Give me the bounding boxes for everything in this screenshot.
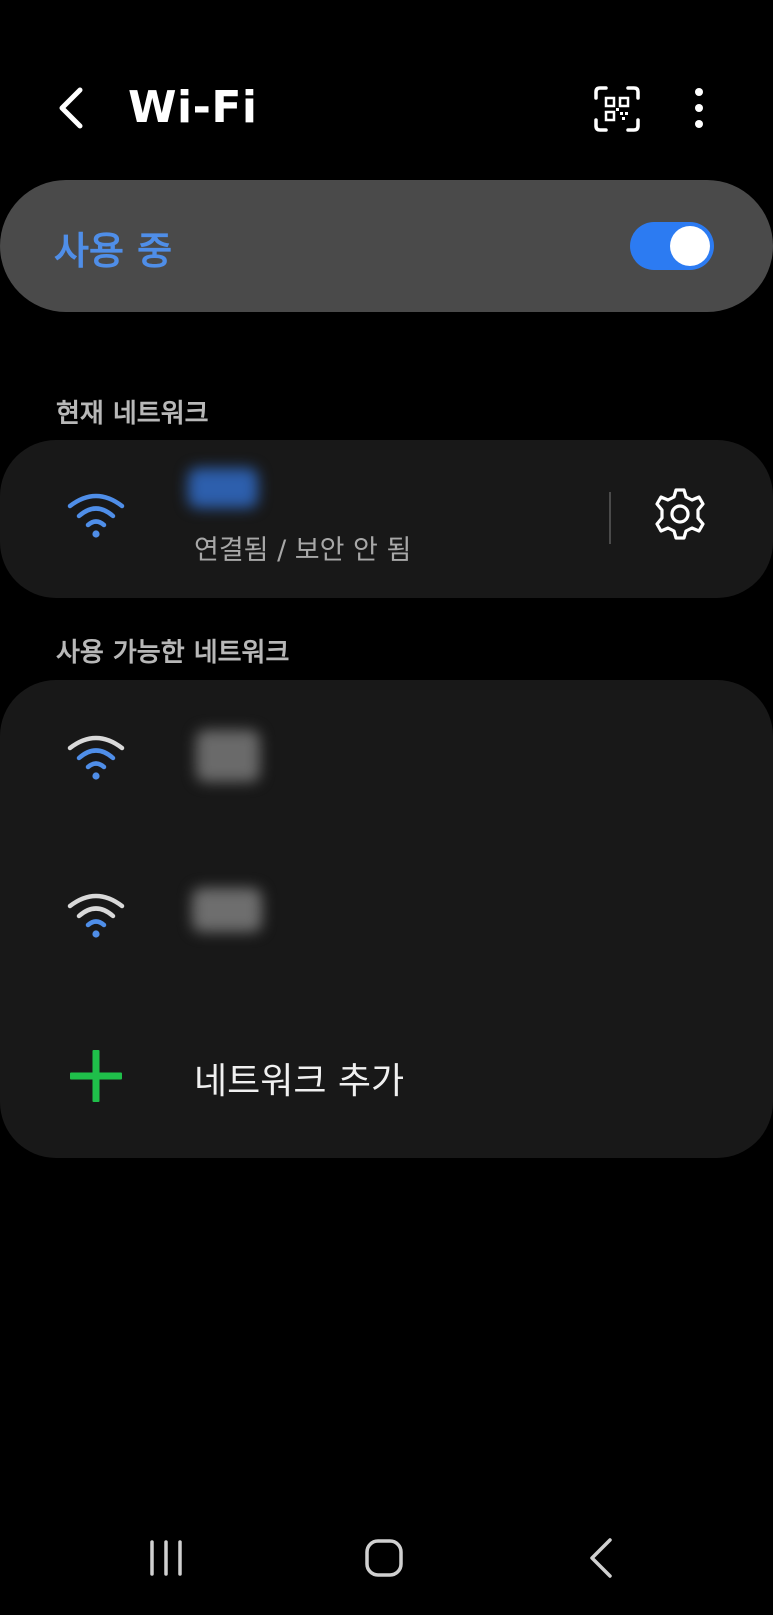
current-network-header: 현재 네트워크 xyxy=(56,399,209,429)
app-bar: Wi-Fi xyxy=(0,70,773,146)
network-name-redacted xyxy=(196,730,260,782)
more-vertical-icon xyxy=(695,88,703,128)
switch-knob xyxy=(670,226,710,266)
current-network-status: 연결됨 / 보안 안 됨 xyxy=(194,535,412,566)
vertical-divider xyxy=(609,492,611,544)
back-arrow-icon xyxy=(59,87,83,129)
recent-apps-icon xyxy=(150,1540,182,1576)
network-name-redacted xyxy=(192,888,262,932)
recent-apps-button[interactable] xyxy=(144,1534,188,1584)
wifi-toggle-label: 사용 중 xyxy=(54,229,173,273)
current-network-card[interactable]: 연결됨 / 보안 안 됨 xyxy=(0,440,773,598)
wifi-full-icon xyxy=(67,493,125,538)
home-button[interactable] xyxy=(360,1534,410,1584)
current-network-name-redacted xyxy=(188,468,258,508)
system-navigation-bar xyxy=(0,1520,773,1600)
network-settings-button[interactable] xyxy=(652,486,708,542)
system-back-button[interactable] xyxy=(582,1534,622,1584)
available-network-row[interactable] xyxy=(0,680,773,830)
wifi-signal-2-icon xyxy=(67,893,125,938)
back-button[interactable] xyxy=(50,84,94,132)
qr-scan-button[interactable] xyxy=(592,84,642,134)
wifi-toggle-switch[interactable] xyxy=(630,222,714,270)
available-networks-header: 사용 가능한 네트워크 xyxy=(56,638,290,668)
available-networks-card: 네트워크 추가 xyxy=(0,680,773,1158)
home-icon xyxy=(365,1539,403,1577)
available-network-row[interactable] xyxy=(0,840,773,990)
page-title: Wi-Fi xyxy=(128,82,258,133)
qr-scan-icon xyxy=(594,86,640,132)
plus-icon xyxy=(70,1050,122,1102)
wifi-master-toggle-card[interactable]: 사용 중 xyxy=(0,180,773,312)
add-network-row[interactable]: 네트워크 추가 xyxy=(0,1010,773,1140)
wifi-signal-3-icon xyxy=(67,735,125,780)
gear-icon xyxy=(655,488,705,540)
wifi-settings-screen: Wi-Fi 사용 중 현재 네트워크 연결됨 / 보안 안 됨 사용 가능한 네… xyxy=(0,0,773,1615)
add-network-label: 네트워크 추가 xyxy=(194,1061,405,1102)
chevron-left-icon xyxy=(590,1538,612,1578)
more-options-button[interactable] xyxy=(684,84,714,134)
